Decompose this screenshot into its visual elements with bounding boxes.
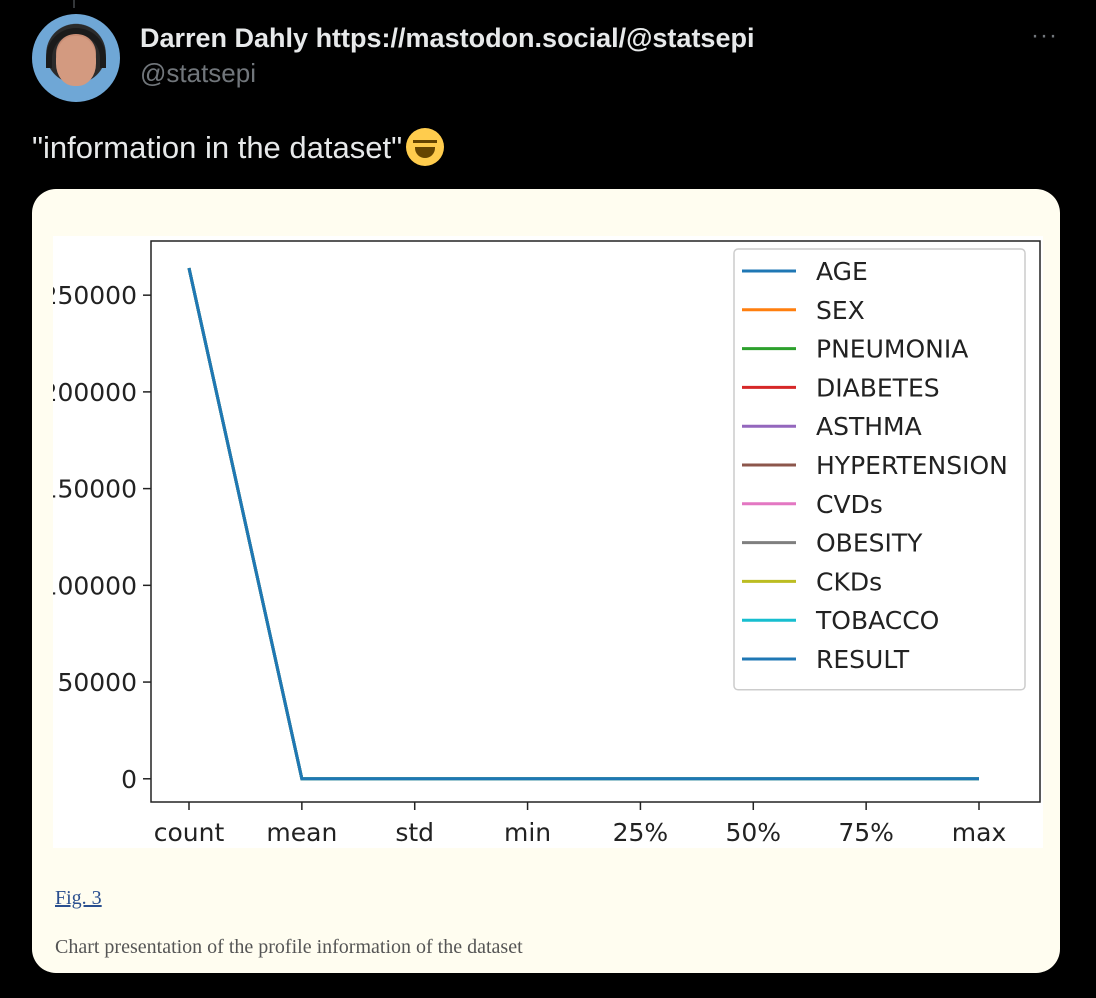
legend-label: CKDs [816,567,882,596]
x-tick-label: min [504,818,551,847]
y-tick-label: 200000 [53,378,137,407]
x-tick-label: count [154,818,225,847]
post-media-image[interactable]: 0 50000 100000 150000 200000 250000 count mean s… [32,189,1060,973]
author-name[interactable]: Darren Dahly https://mastodon.social/@st… [140,22,754,54]
legend-label: PNEUMONIA [816,335,968,364]
y-tick-label: 50000 [57,668,137,697]
legend-label: SEX [816,296,865,325]
y-tick-label: 100000 [53,571,137,600]
x-tick-label: max [952,818,1006,847]
x-tick-label: mean [266,818,337,847]
thread-connector [73,0,75,8]
legend-label: RESULT [816,645,910,674]
legend-label: DIABETES [816,373,940,402]
y-tick-label: 0 [121,765,137,794]
x-tick-label: 25% [613,818,669,847]
more-options-icon[interactable]: ··· [1031,22,1058,50]
avatar[interactable] [32,14,120,102]
chart-container: 0 50000 100000 150000 200000 250000 count mean s… [53,236,1043,848]
x-tick-label: std [395,818,434,847]
x-tick-label: 50% [725,818,781,847]
line-chart: 0 50000 100000 150000 200000 250000 count mean s… [53,240,1041,847]
figure-link: Fig. 3 [55,887,102,909]
legend-label: CVDs [816,490,883,519]
y-tick-label: 150000 [53,475,137,504]
x-tick-label: 75% [838,818,894,847]
legend-label: OBESITY [816,529,923,558]
legend-label: AGE [816,257,868,286]
y-tick-label: 250000 [53,281,137,310]
post-text-container: "information in the dataset" [32,128,445,168]
post-text: "information in the dataset" [32,130,403,165]
avatar-headphones [46,28,106,68]
author-handle[interactable]: @statsepi [140,56,754,90]
figure-caption: Chart presentation of the profile inform… [55,936,523,958]
legend-label: TOBACCO [815,606,939,635]
post-author: Darren Dahly https://mastodon.social/@st… [140,22,754,90]
laughing-emoji-icon [406,128,445,166]
legend-label: ASTHMA [816,412,922,441]
legend-label: HYPERTENSION [816,451,1008,480]
